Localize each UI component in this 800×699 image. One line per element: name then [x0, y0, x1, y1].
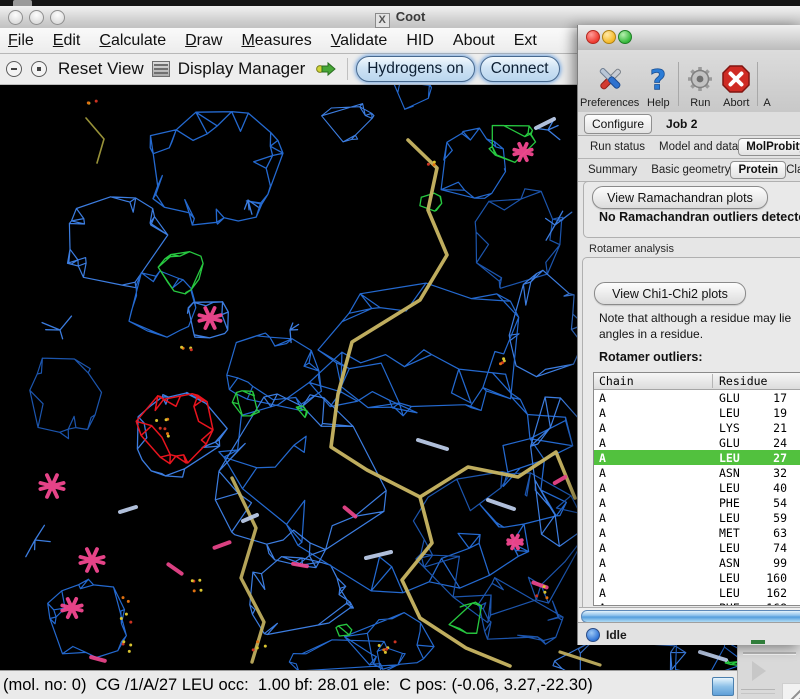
- residue-column-header[interactable]: Residue: [713, 374, 767, 388]
- resize-grip[interactable]: [782, 683, 800, 699]
- tab-clashes[interactable]: Clashes: [786, 164, 800, 176]
- menu-measures[interactable]: Measures: [241, 32, 311, 50]
- table-row[interactable]: AGLU17: [594, 390, 800, 405]
- table-row[interactable]: ALEU162: [594, 585, 800, 600]
- scrollbar-thumb[interactable]: [581, 610, 800, 623]
- dialog-minimize-button[interactable]: [602, 30, 616, 44]
- svg-text:?: ?: [650, 63, 666, 95]
- table-row[interactable]: ALEU40: [594, 480, 800, 495]
- toolbar-separator: [347, 58, 348, 80]
- validation-dialog: Preferences? Help Run Abort A Configure Job 2…: [577, 25, 800, 645]
- table-row[interactable]: ALEU27: [594, 450, 800, 465]
- table-row[interactable]: APHE168: [594, 600, 800, 606]
- run-button[interactable]: Run: [684, 62, 716, 112]
- rotamer-outliers-table[interactable]: Chain Residue AGLU17ALEU19ALYS21AGLU24AL…: [593, 372, 800, 606]
- tools-icon: [594, 62, 626, 96]
- tab-model-and-data[interactable]: Model and data: [659, 141, 738, 153]
- table-row[interactable]: ALEU74: [594, 540, 800, 555]
- help-icon: ?: [643, 62, 673, 96]
- display-manager-icon[interactable]: [152, 61, 170, 77]
- dialog-tabs-top: Configure Job 2: [578, 112, 800, 136]
- a-button[interactable]: A: [763, 62, 770, 112]
- status-led-icon: [586, 628, 600, 642]
- gutter-line: [741, 693, 775, 694]
- dialog-toolbar-separator: [678, 62, 679, 106]
- menu-validate[interactable]: Validate: [331, 32, 388, 50]
- table-row[interactable]: APHE54: [594, 495, 800, 510]
- menu-calculate[interactable]: Calculate: [99, 32, 166, 50]
- gutter-line: [741, 689, 775, 690]
- table-row[interactable]: ALEU19: [594, 405, 800, 420]
- table-row[interactable]: AASN99: [594, 555, 800, 570]
- tab-job-2[interactable]: Job 2: [666, 117, 697, 131]
- view-ramachandran-plots-button[interactable]: View Ramachandran plots: [592, 186, 768, 209]
- menu-edit[interactable]: Edit: [53, 32, 81, 50]
- ramachandran-message: No Ramachandran outliers detected: [599, 210, 800, 224]
- table-row[interactable]: ALEU160: [594, 570, 800, 585]
- toolbar-button-label: Help: [647, 97, 670, 109]
- tab-summary[interactable]: Summary: [588, 164, 637, 176]
- main-status-bar: (mol. no: 0) CG /1/A/27 LEU occ: 1.00 bf…: [0, 670, 800, 699]
- help-button[interactable]: ? Help: [643, 62, 673, 112]
- none: [764, 62, 770, 96]
- mesh-fragment: [751, 640, 765, 644]
- dialog-close-button[interactable]: [586, 30, 600, 44]
- gear-icon: [684, 62, 716, 96]
- view-chi1-chi2-plots-button[interactable]: View Chi1-Chi2 plots: [594, 282, 746, 305]
- table-row[interactable]: ALEU59: [594, 510, 800, 525]
- expand-toolbar-icon[interactable]: [752, 661, 766, 681]
- toolbar-button-label: Preferences: [580, 97, 639, 109]
- dialog-toolbar: Preferences? Help Run Abort A: [578, 50, 800, 113]
- dialog-tabs-sub: Summary Basic geometryProteinClashes: [578, 159, 800, 182]
- connect-button[interactable]: Connect: [480, 56, 560, 82]
- x11-icon: X: [375, 13, 390, 28]
- table-body: AGLU17ALEU19ALYS21AGLU24ALEU27AASN32ALEU…: [594, 390, 800, 606]
- table-header[interactable]: Chain Residue: [594, 373, 800, 390]
- toolbar-button-label: Abort: [723, 97, 749, 109]
- toolbar-button-label: A: [763, 97, 770, 109]
- menu-file[interactable]: File: [8, 32, 34, 50]
- dialog-status-bar: Idle: [578, 622, 800, 645]
- scrollbar-swatch[interactable]: [712, 677, 734, 696]
- screen: XCoot FileEditCalculateDrawMeasuresValid…: [0, 0, 800, 699]
- tab-molprobity[interactable]: MolProbity: [738, 138, 800, 156]
- rotamer-note-line2: angles in a residue.: [599, 327, 703, 341]
- menu-draw[interactable]: Draw: [185, 32, 222, 50]
- tab-basic-geometry[interactable]: Basic geometry: [651, 164, 730, 176]
- abort-icon: [720, 62, 752, 96]
- rotamer-frame-label: Rotamer analysis: [586, 243, 677, 255]
- dialog-status-text: Idle: [606, 628, 627, 642]
- table-row[interactable]: AGLU24: [594, 435, 800, 450]
- atom-status-text: (mol. no: 0) CG /1/A/27 LEU occ: 1.00 bf…: [3, 676, 593, 695]
- table-row[interactable]: ALYS21: [594, 420, 800, 435]
- table-row[interactable]: AMET63: [594, 525, 800, 540]
- menu-hid[interactable]: HID: [406, 32, 434, 50]
- display-manager-button[interactable]: Display Manager: [178, 59, 306, 79]
- menu-ext[interactable]: Ext: [514, 32, 537, 50]
- zoom-mode-icon[interactable]: [31, 61, 47, 77]
- dialog-zoom-button[interactable]: [618, 30, 632, 44]
- rotamer-note-line1: Note that although a residue may lie: [599, 311, 791, 325]
- abort-button[interactable]: Abort: [720, 62, 752, 112]
- chain-column-header[interactable]: Chain: [594, 374, 713, 388]
- go-arrow-icon[interactable]: [316, 61, 336, 77]
- hydrogens-on-button[interactable]: Hydrogens on: [356, 56, 475, 82]
- rotamer-outliers-label: Rotamer outliers:: [599, 350, 703, 364]
- tab-configure[interactable]: Configure: [584, 114, 652, 134]
- dialog-toolbar-separator: [757, 62, 758, 106]
- preferences-button[interactable]: Preferences: [580, 62, 639, 112]
- tab-protein[interactable]: Protein: [730, 161, 786, 179]
- dialog-tabs-mid: Run status Model and dataMolProbity: [578, 136, 800, 159]
- table-row[interactable]: AASN32: [594, 465, 800, 480]
- tab-run-status[interactable]: Run status: [590, 141, 645, 153]
- rotate-mode-icon[interactable]: [6, 61, 22, 77]
- menu-about[interactable]: About: [453, 32, 495, 50]
- gutter-divider: [743, 652, 796, 655]
- toolbar-button-label: Run: [690, 97, 710, 109]
- dialog-titlebar: [578, 25, 800, 51]
- reset-view-button[interactable]: Reset View: [58, 59, 144, 79]
